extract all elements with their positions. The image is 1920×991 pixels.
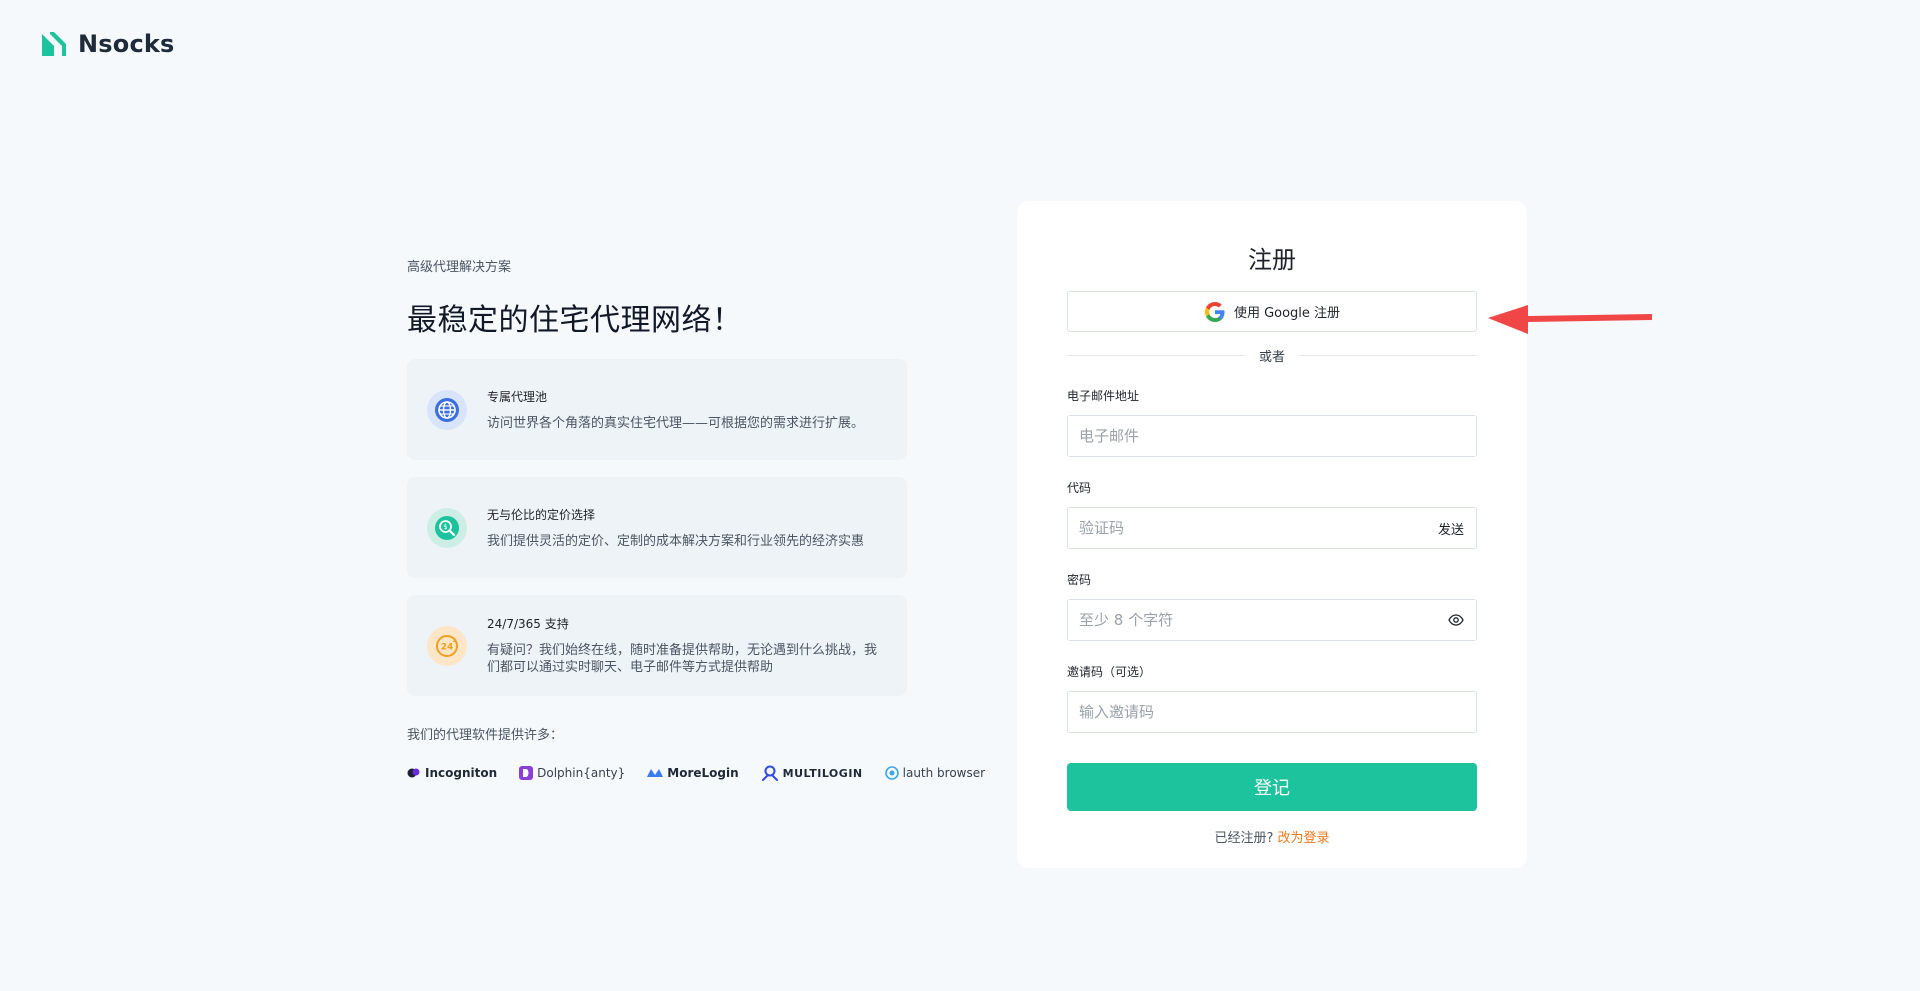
partner-name: MoreLogin (667, 766, 739, 780)
partner-lauth: lauth browser (884, 766, 986, 780)
password-label: 密码 (1067, 573, 1092, 587)
eye-icon[interactable] (1448, 614, 1464, 626)
nsocks-logo-icon (42, 32, 66, 56)
partner-dolphin: Dolphin{anty} (519, 766, 625, 780)
divider-line (1299, 355, 1478, 356)
brand-name: Nsocks (78, 30, 175, 58)
email-label: 电子邮件地址 (1067, 389, 1140, 403)
partners-label: 我们的代理软件提供许多： (407, 728, 564, 743)
partner-name: Incogniton (425, 766, 498, 780)
dolphin-logo-icon (519, 766, 534, 780)
partner-multilogin: MULTILOGIN (761, 765, 863, 781)
login-prompt: 已经注册? (1214, 831, 1274, 846)
partner-name: lauth browser (902, 766, 986, 780)
feature-card-pricing: $ 无与伦比的定价选择 我们提供灵活的定价、定制的成本解决方案和行业领先的经济实… (407, 477, 907, 578)
hero-section: 高级代理解决方案 最稳定的住宅代理网络！ 专属代理池 访问世界各个角落的真实住宅… (407, 256, 985, 781)
divider-line (1067, 355, 1245, 356)
partner-morelogin: MoreLogin (647, 766, 739, 780)
code-label: 代码 (1067, 481, 1092, 495)
invite-label: 邀请码（可选） (1067, 665, 1152, 679)
code-field-group: 代码 发送 (1067, 479, 1477, 549)
password-input-wrap (1067, 599, 1477, 641)
partner-incogniton: Incogniton (407, 766, 497, 780)
login-prompt-row: 已经注册? 改为登录 (1067, 827, 1477, 846)
feature-list: 专属代理池 访问世界各个角落的真实住宅代理——可根据您的需求进行扩展。 $ 无与… (407, 359, 907, 696)
code-input-wrap: 发送 (1067, 507, 1477, 549)
divider-label: 或者 (1259, 350, 1286, 365)
register-submit-button[interactable]: 登记 (1067, 763, 1477, 811)
feature-card-support: 24 24/7/365 支持 有疑问？我们始终在线，随时准备提供帮助，无论遇到什… (407, 595, 907, 696)
partner-name: Dolphin{anty} (537, 766, 626, 780)
feature-card-proxy-pool: 专属代理池 访问世界各个角落的真实住宅代理——可根据您的需求进行扩展。 (407, 359, 907, 460)
google-signup-button[interactable]: 使用 Google 注册 (1067, 291, 1477, 332)
email-input-wrap (1067, 415, 1477, 457)
globe-icon (427, 389, 467, 430)
register-title: 注册 (1248, 246, 1296, 274)
incogniton-logo-icon (407, 768, 420, 778)
morelogin-logo-icon (647, 769, 664, 777)
google-signup-label: 使用 Google 注册 (1233, 306, 1341, 321)
partner-logos: Incogniton Dolphin{anty} MoreLogin MULTI… (407, 765, 985, 781)
code-input[interactable] (1079, 519, 1438, 537)
hero-headline: 最稳定的住宅代理网络！ (407, 303, 743, 338)
invite-field-group: 邀请码（可选） (1067, 663, 1477, 733)
price-search-icon: $ (427, 507, 467, 548)
feature-desc: 有疑问？我们始终在线，随时准备提供帮助，无论遇到什么挑战，我们都可以通过实时聊天… (487, 643, 878, 675)
google-icon (1204, 301, 1225, 322)
brand-logo[interactable]: Nsocks (40, 30, 175, 58)
email-field-group: 电子邮件地址 (1067, 387, 1477, 457)
partner-name: MULTILOGIN (782, 766, 863, 780)
multilogin-logo-icon (761, 765, 778, 781)
feature-title: 24/7/365 支持 (487, 617, 569, 631)
invite-input[interactable] (1079, 703, 1464, 721)
password-field-group: 密码 (1067, 571, 1477, 641)
or-divider: 或者 (1067, 346, 1478, 365)
lauth-logo-icon (884, 766, 899, 780)
invite-input-wrap (1067, 691, 1477, 733)
login-link[interactable]: 改为登录 (1278, 831, 1330, 846)
annotation-arrow-icon (1488, 305, 1652, 334)
feature-desc: 访问世界各个角落的真实住宅代理——可根据您的需求进行扩展。 (487, 415, 865, 431)
register-card: 注册 使用 Google 注册 或者 电子邮件地址 代码 发送 密码 (1017, 201, 1527, 868)
svg-text:$: $ (443, 523, 447, 531)
support-24-icon: 24 (427, 625, 467, 666)
email-input[interactable] (1079, 427, 1464, 445)
send-code-button[interactable]: 发送 (1438, 519, 1464, 538)
svg-text:24: 24 (441, 642, 454, 652)
hero-tagline: 高级代理解决方案 (407, 260, 512, 275)
feature-desc: 我们提供灵活的定价、定制的成本解决方案和行业领先的经济实惠 (487, 533, 865, 549)
password-input[interactable] (1079, 611, 1448, 629)
feature-title: 专属代理池 (487, 389, 548, 404)
feature-title: 无与伦比的定价选择 (487, 507, 596, 522)
